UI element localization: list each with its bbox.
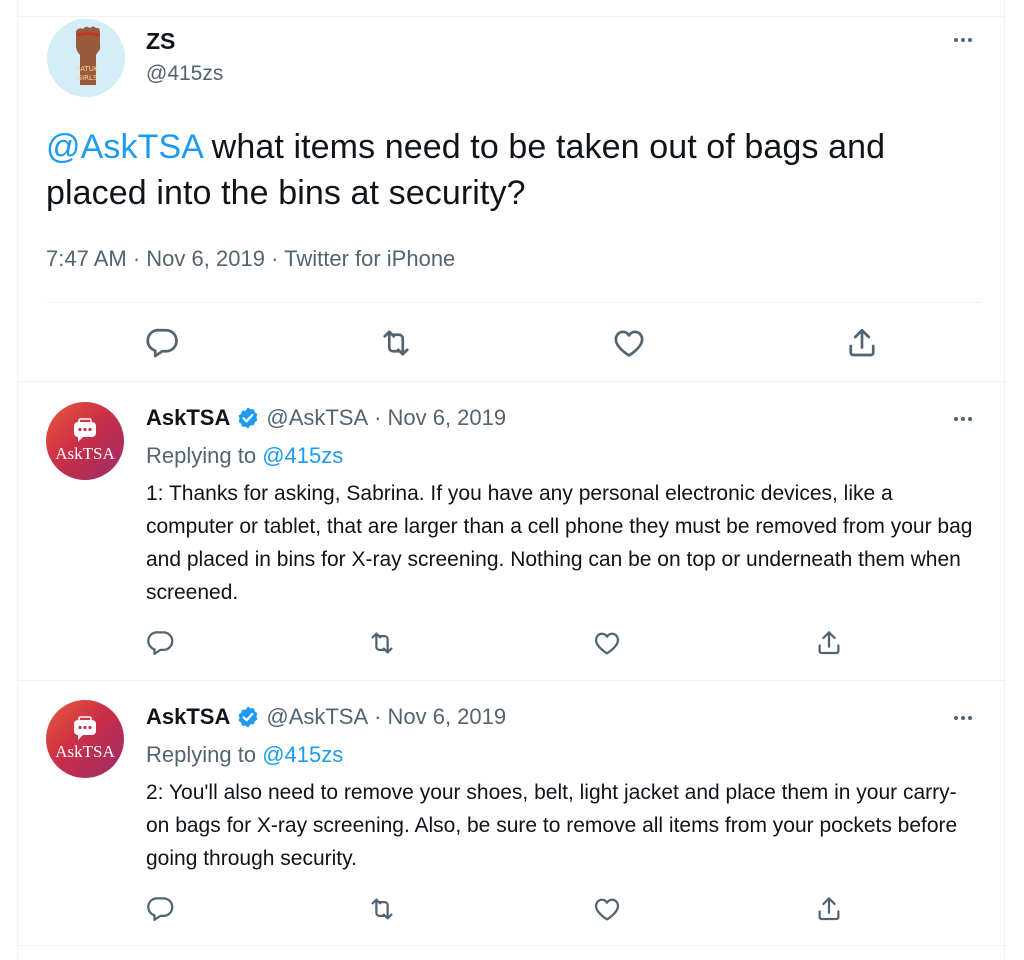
share-icon[interactable] (844, 325, 880, 361)
reply-text: 2: You'll also need to remove your shoes… (146, 781, 958, 870)
meta-separator: · (271, 246, 279, 271)
avatar[interactable]: AskTSA (46, 700, 124, 778)
share-icon[interactable] (814, 894, 844, 924)
meta-separator: · (132, 246, 141, 271)
like-icon[interactable] (611, 325, 647, 361)
tweet-date[interactable]: Nov 6, 2019 (146, 246, 265, 271)
retweet-icon[interactable] (378, 325, 414, 361)
replying-to-link[interactable]: @415zs (262, 742, 343, 767)
top-divider (18, 16, 1004, 17)
reply-header: AskTSA @AskTSA · Nov 6, 2019 (146, 704, 506, 730)
tweet-metadata: 7:47 AM · Nov 6, 2019 · Twitter for iPho… (46, 246, 455, 272)
avatar[interactable]: AskTSA (46, 402, 124, 480)
mention-link[interactable]: @AskTSA (46, 128, 202, 166)
raised-fist-avatar-icon: BATUK GIRLS (47, 19, 125, 97)
reply-header: AskTSA @AskTSA · Nov 6, 2019 (146, 405, 506, 431)
meta-separator: · (374, 405, 382, 430)
verified-badge-icon (236, 406, 260, 430)
replying-to: Replying to @415zs (146, 742, 343, 768)
replying-to: Replying to @415zs (146, 443, 343, 469)
display-name[interactable]: ZS (146, 28, 175, 55)
more-options-icon[interactable] (946, 407, 980, 431)
tweet-text: @AskTSA what items need to be taken out … (46, 124, 986, 216)
more-options-icon[interactable] (946, 706, 980, 730)
display-name[interactable]: AskTSA (146, 405, 230, 431)
reply-icon[interactable] (145, 325, 181, 361)
reply-text: 1: Thanks for asking, Sabrina. If you ha… (146, 482, 973, 604)
replying-prefix: Replying to (146, 742, 263, 767)
reply-icon[interactable] (146, 894, 176, 924)
like-icon[interactable] (592, 628, 622, 658)
meta-separator: · (374, 704, 382, 729)
display-name[interactable]: AskTSA (146, 704, 230, 730)
share-icon[interactable] (814, 628, 844, 658)
tweet-time[interactable]: 7:47 AM (46, 246, 127, 271)
svg-text:GIRLS: GIRLS (77, 74, 98, 82)
like-icon[interactable] (592, 894, 622, 924)
reply-icon[interactable] (146, 628, 176, 658)
divider (18, 680, 1006, 681)
retweet-icon[interactable] (367, 894, 397, 924)
avatar-label: AskTSA (55, 444, 115, 463)
divider (46, 302, 981, 303)
tweet-date[interactable]: Nov 6, 2019 (387, 704, 506, 730)
avatar-label: AskTSA (55, 742, 115, 761)
verified-badge-icon (236, 705, 260, 729)
divider (18, 945, 1006, 946)
retweet-icon[interactable] (367, 628, 397, 658)
tweet-source[interactable]: Twitter for iPhone (284, 246, 455, 271)
asktsa-avatar-icon: AskTSA (55, 716, 115, 761)
asktsa-avatar-icon: AskTSA (55, 418, 115, 463)
user-handle[interactable]: @AskTSA (266, 405, 368, 431)
svg-text:BATUK: BATUK (75, 65, 98, 73)
more-options-icon[interactable] (946, 28, 980, 52)
tweet-date[interactable]: Nov 6, 2019 (387, 405, 506, 431)
divider (18, 381, 1006, 382)
tweet-thread: BATUK GIRLS ZS @415zs @AskTSA what items… (17, 0, 1006, 960)
avatar[interactable]: BATUK GIRLS (47, 19, 125, 97)
replying-prefix: Replying to (146, 443, 263, 468)
user-handle[interactable]: @415zs (146, 62, 223, 86)
user-handle[interactable]: @AskTSA (266, 704, 368, 730)
replying-to-link[interactable]: @415zs (262, 443, 343, 468)
